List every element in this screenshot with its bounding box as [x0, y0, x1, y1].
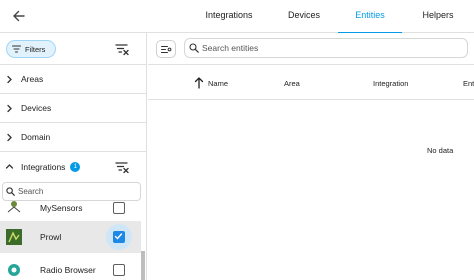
column-header-integration[interactable]: Integration	[373, 79, 408, 88]
arrow-up-icon[interactable]	[194, 76, 204, 89]
list-item-radio-browser[interactable]: Radio Browser	[0, 254, 141, 280]
tab-bar: Integrations Devices Entities Helpers	[188, 0, 474, 34]
view-options-button[interactable]	[156, 40, 176, 58]
chevron-right-icon	[7, 104, 12, 112]
back-arrow-icon[interactable]	[8, 5, 30, 27]
entity-search-box	[184, 38, 468, 58]
entities-toolbar	[148, 33, 474, 65]
filter-sidebar: Filters Areas Devices Domain Integration…	[0, 33, 147, 280]
filters-header: Filters	[0, 33, 146, 65]
prowl-logo-icon	[6, 229, 22, 245]
column-header-name[interactable]: Name	[208, 79, 228, 88]
table-header: Name Area Integration Ent	[148, 66, 474, 100]
section-title: Devices	[21, 103, 52, 113]
list-item-mysensors[interactable]: MySensors	[0, 192, 141, 224]
filters-button[interactable]: Filters	[6, 40, 56, 58]
chevron-right-icon	[7, 133, 12, 141]
count-badge: 1	[70, 161, 81, 172]
tab-helpers[interactable]: Helpers	[402, 0, 474, 33]
section-title: Areas	[21, 74, 44, 84]
column-header-entity[interactable]: Ent	[463, 79, 474, 88]
top-bar: Integrations Devices Entities Helpers	[0, 0, 474, 34]
tab-devices[interactable]: Devices	[270, 0, 338, 33]
mysensors-logo-icon	[7, 201, 21, 213]
integration-name: MySensors	[40, 203, 83, 213]
list-settings-icon	[160, 45, 171, 53]
entity-search-input[interactable]	[202, 43, 452, 53]
section-devices[interactable]: Devices	[0, 94, 146, 123]
section-domain[interactable]: Domain	[0, 123, 146, 152]
filters-label: Filters	[25, 44, 46, 54]
radio-browser-logo-icon	[8, 264, 20, 276]
section-title: Integrations	[21, 161, 66, 172]
filter-lines-icon	[12, 45, 21, 53]
tab-integrations[interactable]: Integrations	[188, 0, 270, 33]
list-item-prowl[interactable]: Prowl	[0, 221, 141, 253]
entities-panel: Name Area Integration Ent No data	[148, 33, 474, 280]
section-integrations[interactable]: Integrations 1	[0, 152, 146, 181]
checkbox[interactable]	[113, 202, 125, 214]
section-title: Domain	[21, 132, 51, 142]
checkbox-checked[interactable]	[113, 231, 125, 243]
empty-state-text: No data	[427, 146, 454, 155]
section-areas[interactable]: Areas	[0, 65, 146, 94]
clear-integrations-icon[interactable]	[114, 160, 130, 174]
tab-entities[interactable]: Entities	[338, 0, 402, 34]
column-header-area[interactable]: Area	[284, 79, 300, 88]
checkbox[interactable]	[113, 264, 125, 276]
integration-name: Prowl	[40, 232, 62, 242]
checkmark-icon	[114, 233, 123, 240]
search-icon	[189, 43, 199, 53]
chevron-down-icon	[5, 164, 14, 169]
sidebar-scrollbar[interactable]	[141, 251, 145, 280]
integration-name: Radio Browser	[40, 265, 96, 275]
chevron-right-icon	[7, 75, 12, 83]
clear-filters-icon[interactable]	[114, 42, 130, 56]
